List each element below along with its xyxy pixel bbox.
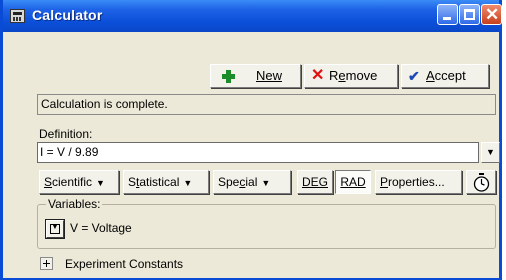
title-bar[interactable]: Calculator ✕	[3, 0, 502, 32]
deg-mode-button[interactable]: DEG	[297, 170, 333, 194]
accept-button-label: Accept	[426, 68, 466, 83]
minimize-icon	[443, 17, 451, 20]
statistical-menu[interactable]: Statistical ▼	[123, 170, 209, 194]
new-button-label: New	[256, 68, 283, 83]
check-icon: ✔	[408, 68, 420, 84]
definition-dropdown-button[interactable]: ▼	[481, 142, 500, 163]
stopwatch-button[interactable]	[466, 170, 496, 194]
expand-experiment-constants-button[interactable]	[40, 257, 53, 270]
variables-group: Variables: V = Voltage	[37, 197, 496, 249]
chevron-down-icon: ▼	[183, 178, 193, 188]
accept-button[interactable]: ✔ Accept	[401, 64, 489, 88]
experiment-constants-label: Experiment Constants	[65, 257, 184, 271]
variables-legend: Variables:	[46, 197, 103, 211]
properties-button[interactable]: Properties...	[375, 170, 462, 194]
chevron-down-icon: ▼	[261, 178, 271, 188]
remove-button-label: Remove	[329, 68, 378, 83]
variable-dropdown-button[interactable]	[45, 219, 65, 239]
special-menu[interactable]: Special ▼	[213, 170, 291, 194]
scientific-menu[interactable]: Scientific ▼	[39, 170, 119, 194]
rad-mode-button[interactable]: RAD	[335, 170, 371, 194]
chevron-down-icon: ▼	[486, 147, 495, 157]
remove-button[interactable]: ✕ Remove	[304, 64, 398, 88]
definition-label: Definition:	[39, 127, 93, 141]
close-button[interactable]: ✕	[481, 4, 502, 25]
close-icon: ✕	[485, 5, 500, 24]
calculator-icon	[10, 9, 25, 23]
chevron-down-icon	[50, 222, 60, 234]
chevron-down-icon: ▼	[96, 178, 105, 188]
calculator-window: Calculator ✕ New ✕ Remove ✔ Accept Calcu…	[0, 0, 502, 280]
minimize-button[interactable]	[437, 4, 458, 25]
window-title: Calculator	[32, 7, 103, 23]
variable-item: V = Voltage	[70, 221, 132, 235]
maximize-icon	[464, 9, 475, 20]
new-button[interactable]: New	[210, 64, 301, 88]
definition-input[interactable]: I = V / 9.89	[37, 142, 479, 163]
x-icon: ✕	[311, 67, 325, 84]
stopwatch-icon	[473, 173, 490, 192]
status-message: Calculation is complete.	[37, 94, 496, 115]
plus-icon	[222, 70, 235, 83]
maximize-button[interactable]	[459, 4, 480, 25]
